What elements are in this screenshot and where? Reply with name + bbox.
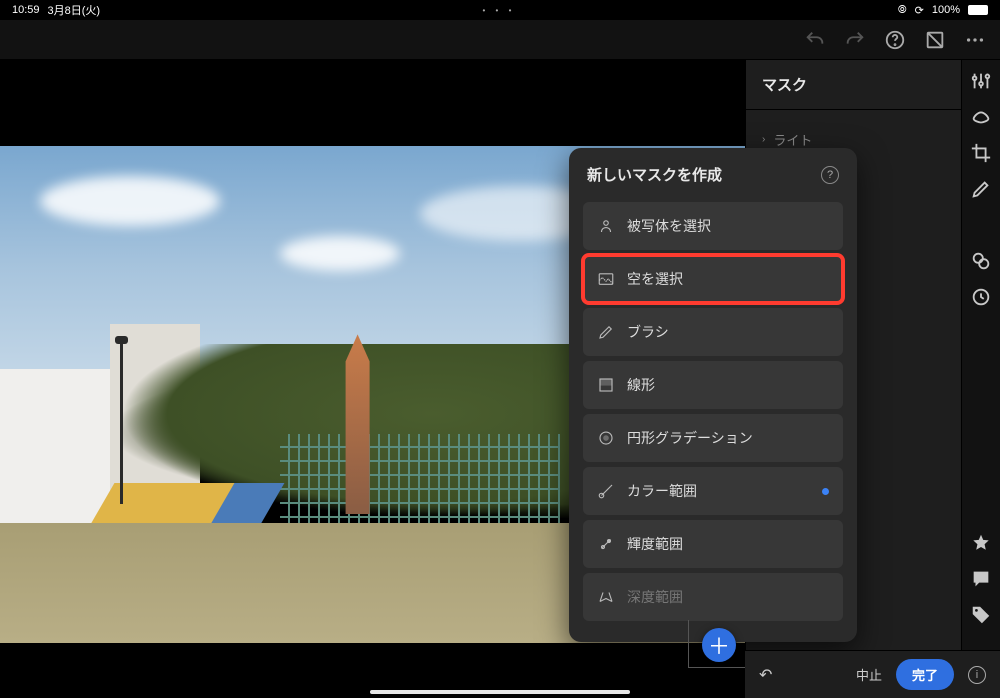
undo-icon[interactable] xyxy=(804,29,826,51)
chevron-right-icon: › xyxy=(762,134,765,145)
spot-heal-tool-icon[interactable] xyxy=(970,106,992,128)
mask-option-subject[interactable]: 被写体を選択 xyxy=(583,202,843,250)
compare-icon[interactable] xyxy=(924,29,946,51)
color-range-icon xyxy=(597,482,615,500)
mask-option-luminance-range[interactable]: 輝度範囲 xyxy=(583,520,843,568)
sky-icon xyxy=(597,270,615,288)
mask-option-label: 線形 xyxy=(627,375,655,395)
add-mask-button[interactable]: ＋ xyxy=(702,628,736,662)
panel-group-label: ライト xyxy=(773,130,812,149)
new-mask-popover: 新しいマスクを作成 ? 被写体を選択 空を選択 ブラシ 線形 円形グラデーション… xyxy=(569,148,857,642)
privacy-dot-icon: ⦾ xyxy=(898,4,907,17)
ios-home-indicator[interactable] xyxy=(370,690,630,694)
more-icon[interactable] xyxy=(964,29,986,51)
mask-option-color-range[interactable]: カラー範囲 xyxy=(583,467,843,515)
mask-tool-icon[interactable] xyxy=(970,214,992,236)
battery-percent: 100% xyxy=(932,4,960,16)
mask-option-label: 空を選択 xyxy=(627,269,683,289)
popover-help-icon[interactable]: ? xyxy=(821,166,839,184)
ios-statusbar: 10:59 3月8日(火) • • • ⦾ ⟳ 100% xyxy=(0,0,1000,20)
panel-title: マスク xyxy=(746,60,961,110)
depth-icon xyxy=(597,588,615,606)
star-icon[interactable] xyxy=(970,532,992,554)
mask-option-label: 深度範囲 xyxy=(627,587,683,607)
battery-icon xyxy=(968,5,988,15)
plus-icon: ＋ xyxy=(708,629,730,661)
mask-option-sky[interactable]: 空を選択 xyxy=(583,255,843,303)
tag-icon[interactable] xyxy=(970,604,992,626)
tool-column xyxy=(961,60,1000,698)
mask-option-label: 被写体を選択 xyxy=(627,216,711,236)
mask-option-radial[interactable]: 円形グラデーション xyxy=(583,414,843,462)
status-date: 3月8日(火) xyxy=(48,2,101,18)
brush-icon xyxy=(597,323,615,341)
mask-option-linear[interactable]: 線形 xyxy=(583,361,843,409)
versions-tool-icon[interactable] xyxy=(970,286,992,308)
mask-option-label: カラー範囲 xyxy=(627,481,697,501)
help-icon[interactable] xyxy=(884,29,906,51)
cancel-button[interactable]: 中止 xyxy=(856,665,882,684)
popover-title: 新しいマスクを作成 xyxy=(587,164,722,185)
presets-tool-icon[interactable] xyxy=(970,250,992,272)
done-button[interactable]: 完了 xyxy=(896,659,954,690)
mask-option-label: 輝度範囲 xyxy=(627,534,683,554)
comment-icon[interactable] xyxy=(970,568,992,590)
info-icon[interactable]: i xyxy=(968,666,986,684)
app-topbar xyxy=(0,20,1000,60)
mask-option-brush[interactable]: ブラシ xyxy=(583,308,843,356)
panel-footer: ↶ 中止 完了 i xyxy=(745,650,1000,698)
adjust-tool-icon[interactable] xyxy=(970,70,992,92)
brush-tool-icon[interactable] xyxy=(970,178,992,200)
multitask-dots[interactable]: • • • xyxy=(100,6,898,15)
mask-option-label: 円形グラデーション xyxy=(627,428,753,448)
radial-icon xyxy=(597,429,615,447)
redo-icon[interactable] xyxy=(844,29,866,51)
subject-icon xyxy=(597,217,615,235)
footer-undo-icon[interactable]: ↶ xyxy=(759,665,772,685)
luminance-icon xyxy=(597,535,615,553)
new-badge-dot xyxy=(822,488,829,495)
orientation-lock-icon: ⟳ xyxy=(915,4,924,17)
linear-icon xyxy=(597,376,615,394)
status-time: 10:59 xyxy=(12,4,40,16)
crop-tool-icon[interactable] xyxy=(970,142,992,164)
mask-option-label: ブラシ xyxy=(627,322,669,342)
mask-option-depth-range: 深度範囲 xyxy=(583,573,843,621)
